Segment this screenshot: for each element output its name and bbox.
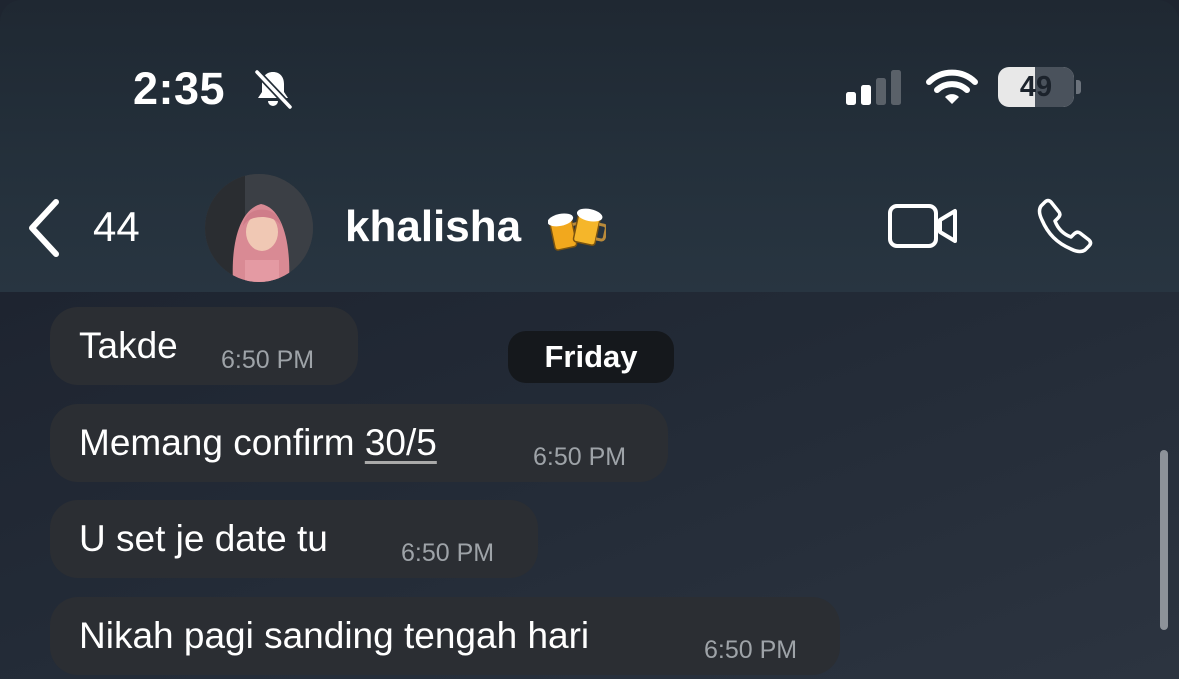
avatar[interactable] [205, 174, 313, 282]
message-text: Memang confirm 30/5 [79, 421, 437, 465]
message-time: 6:50 PM [533, 443, 627, 471]
message-text: Takde [79, 325, 178, 366]
message-text: Nikah pagi sanding tengah hari [79, 615, 590, 656]
status-time: 2:35 [133, 63, 226, 114]
date-separator: Friday [508, 331, 674, 383]
message-time: 6:50 PM [401, 539, 495, 567]
cellular-signal-icon [846, 70, 906, 111]
back-chevron-icon[interactable] [24, 198, 64, 263]
bell-slash-icon [252, 68, 294, 115]
message-bubble[interactable]: Memang confirm 30/5 6:50 PM [50, 404, 668, 482]
battery-icon: 49 [998, 67, 1074, 107]
date-link[interactable]: 30/5 [365, 422, 437, 463]
message-time: 6:50 PM [221, 346, 315, 374]
beer-mugs-icon [547, 204, 608, 259]
back-unread-count[interactable]: 44 [93, 202, 140, 252]
message-text: U set je date tu [79, 518, 328, 559]
phone-icon[interactable] [1037, 198, 1093, 259]
message-bubble[interactable]: Nikah pagi sanding tengah hari 6:50 PM [50, 597, 840, 675]
scrollbar[interactable] [1160, 450, 1168, 630]
message-time: 6:50 PM [704, 636, 798, 664]
battery-nub [1076, 80, 1081, 94]
message-bubble[interactable]: U set je date tu 6:50 PM [50, 500, 538, 578]
message-text-prefix: Memang confirm [79, 422, 365, 463]
video-call-icon[interactable] [887, 203, 959, 254]
battery-percent: 49 [1019, 71, 1053, 103]
message-bubble[interactable]: Takde 6:50 PM [50, 307, 358, 385]
contact-name[interactable]: khalisha [345, 200, 521, 254]
wifi-icon [926, 68, 978, 113]
